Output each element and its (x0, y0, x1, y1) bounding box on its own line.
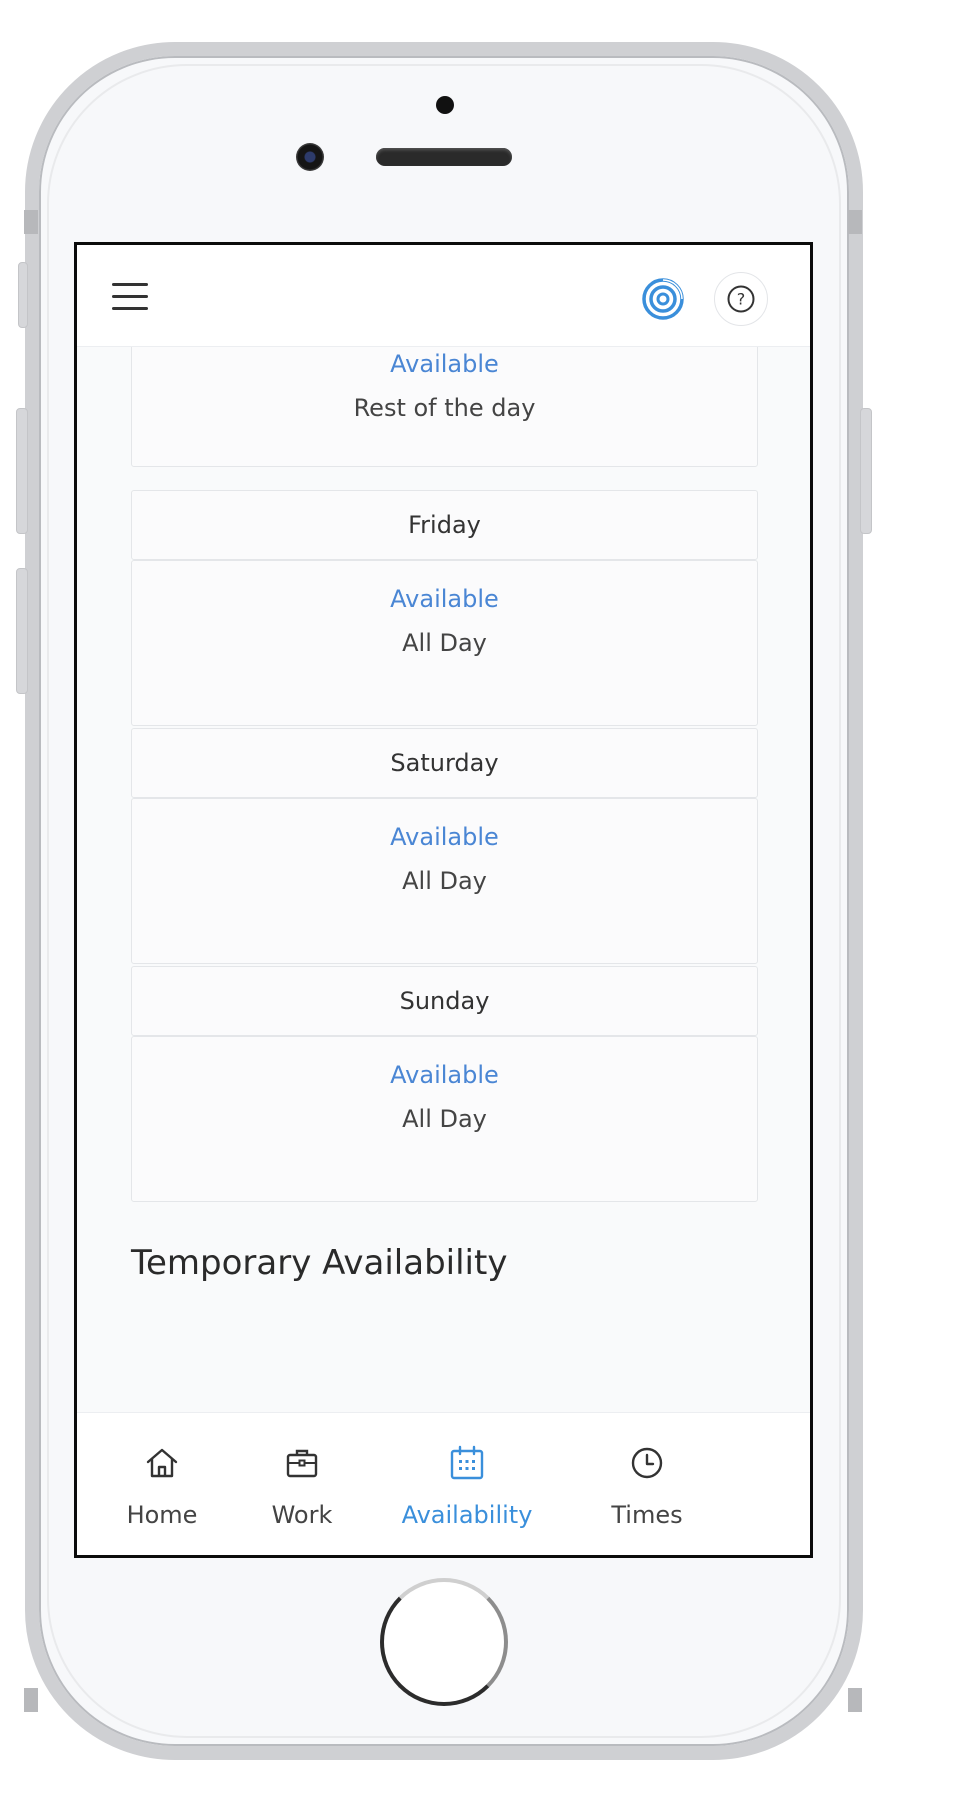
slot-status: Available (390, 823, 499, 851)
volume-down-button (16, 568, 28, 694)
day-header-sunday[interactable]: Sunday (131, 966, 758, 1036)
device-stage: ? Available Rest of the day Friday Avail… (0, 0, 953, 1794)
antenna-band (848, 210, 862, 234)
slot-time: All Day (402, 1105, 487, 1133)
app-header: ? (77, 245, 810, 347)
clock-icon (631, 1447, 663, 1479)
question-mark-icon: ? (727, 285, 755, 313)
availability-slot-card[interactable]: Available All Day (131, 1036, 758, 1202)
help-button[interactable]: ? (714, 272, 768, 326)
availability-slot-card[interactable]: Available Rest of the day (131, 347, 758, 467)
briefcase-icon (286, 1449, 318, 1478)
nav-label: Times (611, 1501, 683, 1529)
power-button (860, 408, 872, 534)
antenna-band (24, 1688, 38, 1712)
nav-item-times[interactable]: Times (577, 1413, 717, 1555)
temporary-availability-heading: Temporary Availability (131, 1243, 508, 1283)
mute-switch (18, 262, 28, 328)
day-header-saturday[interactable]: Saturday (131, 728, 758, 798)
availability-slot-card[interactable]: Available All Day (131, 798, 758, 964)
slot-time: All Day (402, 867, 487, 895)
slot-status: Available (390, 350, 499, 378)
nav-label: Availability (401, 1501, 533, 1529)
nav-label: Home (126, 1501, 198, 1529)
antenna-band (848, 1688, 862, 1712)
nav-label: Work (271, 1501, 333, 1529)
concentric-circles-logo-icon[interactable] (642, 278, 684, 320)
proximity-sensor (436, 96, 454, 114)
calendar-icon (450, 1445, 484, 1480)
earpiece-speaker (376, 148, 512, 166)
app-screen: ? Available Rest of the day Friday Avail… (74, 242, 813, 1558)
nav-item-work[interactable]: Work (237, 1413, 367, 1555)
slot-status: Available (390, 585, 499, 613)
home-icon (146, 1448, 178, 1478)
svg-text:?: ? (737, 290, 746, 309)
weekly-availability-list: Available Rest of the day Friday Availab… (77, 347, 810, 1418)
antenna-band (24, 210, 38, 234)
day-header-friday[interactable]: Friday (131, 490, 758, 560)
availability-slot-card[interactable]: Available All Day (131, 560, 758, 726)
hamburger-menu-icon[interactable] (112, 283, 148, 311)
front-camera (296, 143, 324, 171)
bottom-navigation: Home Work Availability Times (77, 1412, 810, 1555)
volume-up-button (16, 408, 28, 534)
slot-time: Rest of the day (353, 394, 536, 422)
nav-item-availability[interactable]: Availability (387, 1413, 547, 1555)
slot-time: All Day (402, 629, 487, 657)
nav-item-home[interactable]: Home (97, 1413, 227, 1555)
home-button (380, 1578, 508, 1706)
slot-status: Available (390, 1061, 499, 1089)
